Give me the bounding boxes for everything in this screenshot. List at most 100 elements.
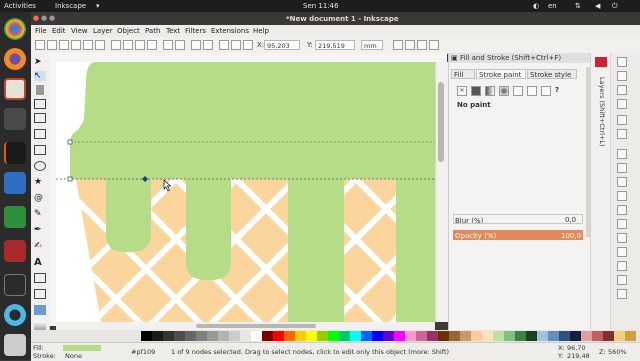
pattern-icon[interactable] [527, 86, 537, 96]
firefox-icon[interactable] [4, 48, 26, 70]
clip-icon[interactable] [231, 40, 241, 50]
mask-icon[interactable] [243, 40, 253, 50]
snap-paths-icon[interactable] [617, 191, 627, 201]
palette-swatch[interactable] [603, 331, 614, 341]
radial-gradient-icon[interactable] [499, 86, 509, 96]
snap-page-icon[interactable] [617, 261, 627, 271]
tab-stroke-style[interactable]: Stroke style [527, 69, 577, 79]
snap-rotation-icon[interactable] [617, 247, 627, 257]
palette-swatch[interactable] [592, 331, 603, 341]
palette-swatch[interactable] [537, 331, 548, 341]
import-icon[interactable] [617, 115, 627, 125]
node-tool-icon[interactable]: ↖ [34, 71, 46, 81]
drawing-canvas[interactable] [56, 62, 435, 322]
maximize-window-icon[interactable]: ● [49, 14, 55, 22]
palette-swatch[interactable] [405, 331, 416, 341]
palette-swatch[interactable] [515, 331, 526, 341]
palette-swatch[interactable] [328, 331, 339, 341]
writer-icon[interactable] [4, 172, 26, 194]
linear-gradient-icon[interactable] [485, 86, 495, 96]
layers-dock-tab[interactable]: Layers (Shift+Ctrl+L) [598, 77, 606, 147]
palette-swatch[interactable] [306, 331, 317, 341]
show-clip-path-icon[interactable] [429, 40, 439, 50]
spiral-tool-icon[interactable]: @ [34, 193, 46, 203]
eraser-tool-icon[interactable] [34, 289, 46, 299]
screenshot-icon[interactable] [4, 334, 26, 356]
snap-midpoints-icon[interactable] [617, 219, 627, 229]
window-titlebar[interactable]: ● ● ● *New document 1 - Inkscape [31, 12, 640, 25]
palette-swatch[interactable] [383, 331, 394, 341]
show-outline-icon[interactable] [417, 40, 427, 50]
app-menu-arrow-icon[interactable]: ▾ [96, 2, 100, 10]
menu-path[interactable]: Path [145, 27, 160, 35]
language-indicator[interactable]: en [548, 2, 557, 10]
close-window-icon[interactable]: ● [33, 14, 39, 22]
network-icon[interactable]: ⇅ [575, 2, 581, 10]
palette-swatch[interactable] [141, 331, 152, 341]
blur-value[interactable]: 0,0 [565, 216, 576, 224]
node-auto-icon[interactable] [147, 40, 157, 50]
menu-layer[interactable]: Layer [93, 27, 113, 35]
join-segment-icon[interactable] [83, 40, 93, 50]
palette-swatch[interactable] [218, 331, 229, 341]
lpe-icon[interactable] [219, 40, 229, 50]
palette-swatch[interactable] [174, 331, 185, 341]
snap-nodes-icon[interactable] [617, 177, 627, 187]
snap-grid-icon[interactable] [617, 275, 627, 285]
vertical-scrollbar[interactable] [435, 62, 448, 322]
object-to-path-icon[interactable] [191, 40, 201, 50]
palette-swatch[interactable] [416, 331, 427, 341]
x-coordinate-input[interactable]: 95,203 [264, 40, 300, 50]
menu-text[interactable]: Text [166, 27, 180, 35]
unit-select[interactable]: mm [361, 40, 383, 50]
new-document-icon[interactable] [617, 57, 627, 67]
blur-slider[interactable] [453, 214, 583, 224]
palette-swatch[interactable] [372, 331, 383, 341]
palette-swatch[interactable] [240, 331, 251, 341]
terminal-icon[interactable] [4, 274, 26, 296]
palette-swatch[interactable] [350, 331, 361, 341]
segment-line-icon[interactable] [163, 40, 173, 50]
files-icon[interactable] [4, 78, 26, 100]
clock[interactable]: Sen 11:46 [303, 2, 339, 10]
stroke-to-path-icon[interactable] [203, 40, 213, 50]
palette-swatch[interactable] [427, 331, 438, 341]
delete-node-icon[interactable] [47, 40, 57, 50]
calligraphy-tool-icon[interactable]: ✍ [34, 241, 46, 251]
palette-swatch[interactable] [526, 331, 537, 341]
pen-tool-icon[interactable]: ✒ [34, 225, 46, 235]
artwork[interactable] [56, 62, 435, 322]
palette-swatch[interactable] [625, 331, 636, 341]
save-document-icon[interactable] [617, 85, 627, 95]
zoom-value[interactable]: 560% [608, 348, 627, 356]
rectangle-tool-icon[interactable] [34, 129, 46, 139]
stroke-indicator[interactable]: None [65, 352, 82, 360]
palette-swatch[interactable] [207, 331, 218, 341]
palette-swatch[interactable] [581, 331, 592, 341]
insert-node-icon[interactable] [35, 40, 45, 50]
zoom-tool-icon[interactable] [34, 99, 46, 109]
print-icon[interactable] [617, 99, 627, 109]
snap-bbox-icon[interactable] [617, 163, 627, 173]
node-smooth-icon[interactable] [123, 40, 133, 50]
power-icon[interactable]: ⏻ [612, 2, 618, 11]
palette-swatch[interactable] [295, 331, 306, 341]
palette-swatch[interactable] [196, 331, 207, 341]
node-cusp-icon[interactable] [111, 40, 121, 50]
palette-swatch[interactable] [460, 331, 471, 341]
chrome-icon[interactable] [4, 18, 26, 40]
opacity-value[interactable]: 100,0 [561, 232, 581, 240]
palette-swatch[interactable] [548, 331, 559, 341]
palette-swatch[interactable] [361, 331, 372, 341]
snap-toggle-icon[interactable] [617, 149, 627, 159]
mesh-gradient-icon[interactable] [513, 86, 523, 96]
unset-paint-icon[interactable]: ? [555, 86, 559, 94]
calc-icon[interactable] [4, 206, 26, 228]
palette-swatch[interactable] [559, 331, 570, 341]
palette-swatch[interactable] [449, 331, 460, 341]
no-paint-icon[interactable]: × [457, 86, 467, 96]
volume-icon[interactable]: ◀ [595, 2, 600, 10]
node-symmetric-icon[interactable] [135, 40, 145, 50]
delete-segment-icon[interactable] [95, 40, 105, 50]
palette-swatch[interactable] [317, 331, 328, 341]
